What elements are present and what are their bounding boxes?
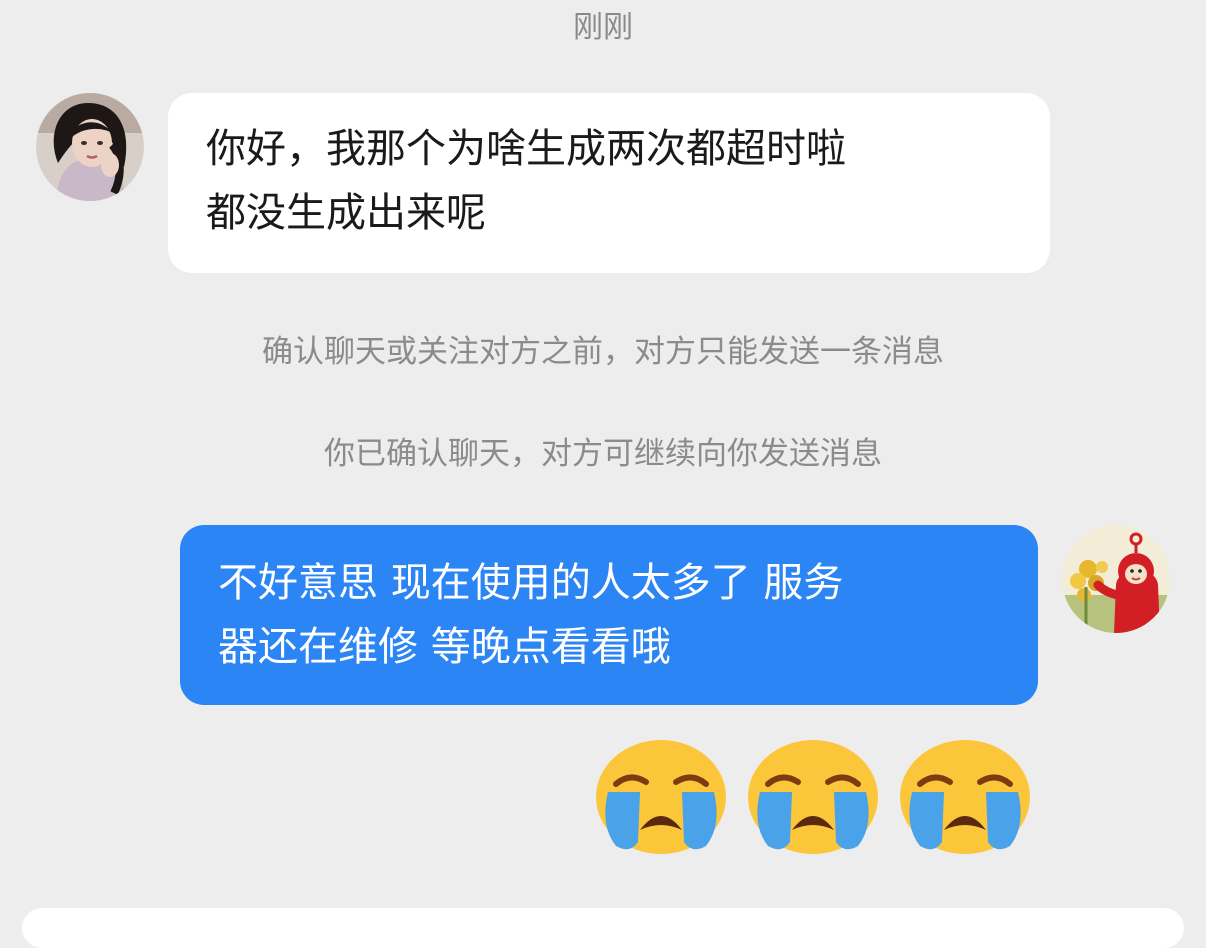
system-notice: 确认聊天或关注对方之前，对方只能发送一条消息 bbox=[262, 334, 944, 370]
loudly-crying-face-icon bbox=[596, 740, 726, 854]
emoji-message[interactable] bbox=[594, 738, 1034, 856]
outgoing-message-bubble[interactable]: 不好意思 现在使用的人太多了 服务 器还在维修 等晚点看看哦 bbox=[180, 525, 1038, 705]
message-text-line: 都没生成出来呢 bbox=[206, 190, 486, 236]
contact-avatar[interactable] bbox=[36, 93, 144, 201]
red-teletubby-avatar-icon bbox=[1062, 525, 1170, 633]
my-avatar[interactable] bbox=[1062, 525, 1170, 633]
incoming-message-bubble[interactable]: 你好，我那个为啥生成两次都超时啦 都没生成出来呢 bbox=[168, 93, 1050, 273]
message-text-line: 不好意思 现在使用的人太多了 服务 bbox=[218, 560, 844, 606]
loudly-crying-face-icon bbox=[748, 740, 878, 854]
message-text-line: 你好，我那个为啥生成两次都超时啦 bbox=[206, 126, 846, 172]
chat-timestamp: 刚刚 bbox=[573, 10, 633, 45]
message-input-panel[interactable] bbox=[22, 908, 1184, 948]
woman-portrait-avatar-icon bbox=[36, 93, 144, 201]
system-notice: 你已确认聊天，对方可继续向你发送消息 bbox=[324, 436, 882, 472]
loudly-crying-face-icon bbox=[900, 740, 1030, 854]
message-text-line: 器还在维修 等晚点看看哦 bbox=[218, 624, 671, 670]
